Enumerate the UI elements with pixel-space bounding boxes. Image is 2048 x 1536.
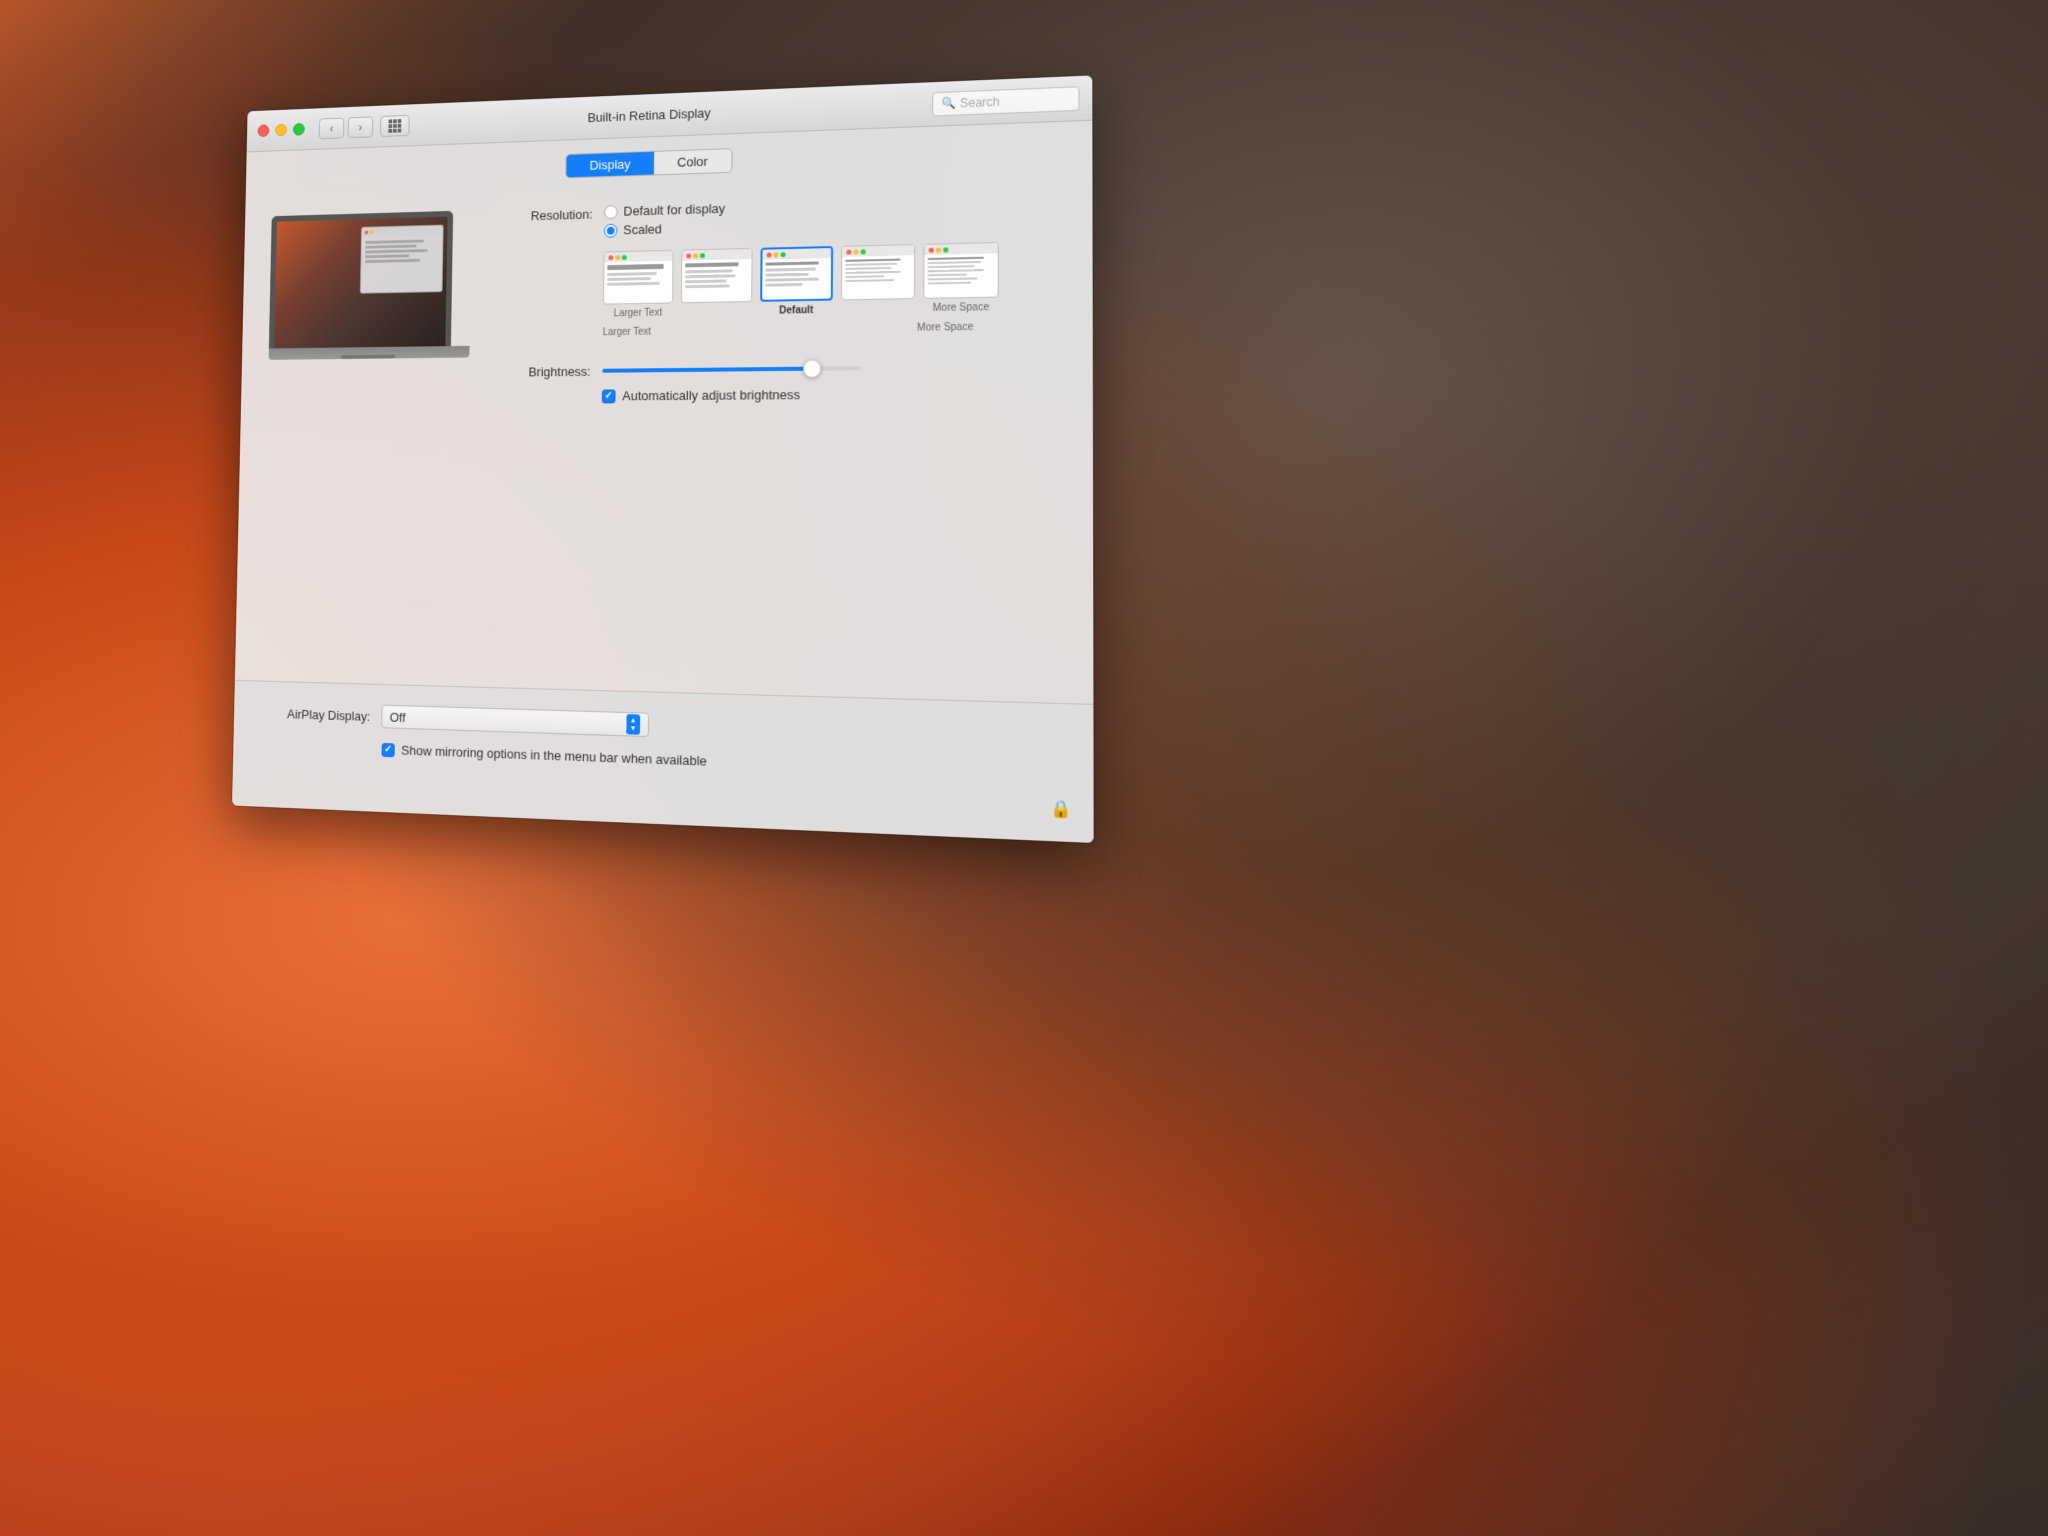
brightness-slider-thumb[interactable] xyxy=(803,359,821,377)
mirroring-label: Show mirroring options in the menu bar w… xyxy=(401,743,707,769)
scale-thumb-default xyxy=(760,246,833,302)
scale-thumb-more xyxy=(923,242,998,299)
scale-thumb-4 xyxy=(841,244,915,300)
airplay-label: AirPlay Display: xyxy=(261,705,371,723)
screen-content xyxy=(274,217,447,349)
scale-axis-labels: Larger Text More Space xyxy=(603,322,974,338)
mirroring-checkbox[interactable]: ✓ xyxy=(382,742,395,756)
airplay-row: AirPlay Display: Off ▲ ▼ xyxy=(261,701,1061,751)
resolution-radio-group: Default for display Scaled xyxy=(603,193,999,338)
display-preview xyxy=(268,200,482,405)
scale-option-more-space[interactable]: More Space xyxy=(923,242,999,314)
tab-display[interactable]: Display xyxy=(566,152,653,177)
scale-option-2[interactable] xyxy=(681,248,753,318)
window-title: Built-in Retina Display xyxy=(587,105,710,125)
airplay-value: Off xyxy=(390,709,406,724)
minimize-button[interactable] xyxy=(275,124,287,137)
scale-axis-right: More Space xyxy=(917,322,973,334)
grid-icon xyxy=(388,119,401,133)
scale-axis-left: Larger Text xyxy=(603,327,651,339)
brightness-slider-track xyxy=(602,366,861,373)
scale-option-larger-text[interactable]: Larger Text xyxy=(603,250,674,320)
resolution-scaled-radio[interactable] xyxy=(604,223,618,237)
resolution-default-label: Default for display xyxy=(623,201,725,219)
resolution-default-radio[interactable] xyxy=(604,205,618,219)
brightness-label: Brightness: xyxy=(507,362,603,380)
forward-icon: › xyxy=(358,120,362,133)
screen-window-overlay xyxy=(360,225,444,294)
resolution-label: Resolution: xyxy=(509,204,604,223)
arrow-up-icon: ▲ xyxy=(630,717,637,724)
airplay-select[interactable]: Off ▲ ▼ xyxy=(381,705,649,737)
search-field[interactable]: 🔍 Search xyxy=(932,86,1079,116)
maximize-button[interactable] xyxy=(293,123,305,136)
resolution-section: Resolution: Default for display Scaled xyxy=(507,191,1060,340)
search-placeholder-text: Search xyxy=(960,94,1000,110)
macbook-preview xyxy=(268,210,472,391)
scale-label-more: More Space xyxy=(933,302,990,314)
brightness-slider-container xyxy=(602,357,1060,378)
resolution-scaled-label: Scaled xyxy=(623,221,662,237)
scale-thumb-larger xyxy=(603,250,674,305)
tab-color[interactable]: Color xyxy=(654,149,732,174)
brightness-section: Brightness: xyxy=(507,357,1061,380)
scale-label-default: Default xyxy=(779,305,813,317)
macbook-screen xyxy=(269,211,453,349)
display-preferences-window: ‹ › Built-in Retina Display 🔍 Search xyxy=(232,75,1094,843)
lock-icon[interactable]: 🔒 xyxy=(1050,798,1072,820)
forward-button[interactable]: › xyxy=(348,116,374,138)
scale-options: Larger Text xyxy=(603,242,999,319)
macbook-base xyxy=(269,346,470,360)
back-icon: ‹ xyxy=(330,121,334,134)
nav-buttons: ‹ › xyxy=(319,114,410,138)
tab-group: Display Color xyxy=(566,148,733,178)
grid-view-button[interactable] xyxy=(380,114,410,136)
radio-selected-indicator xyxy=(607,226,615,234)
settings-panel: Resolution: Default for display Scaled xyxy=(506,183,1060,404)
mirroring-row: ✓ Show mirroring options in the menu bar… xyxy=(382,742,1061,782)
scale-option-4[interactable] xyxy=(841,244,915,316)
scale-thumb-2 xyxy=(681,248,753,303)
back-button[interactable]: ‹ xyxy=(319,117,345,139)
search-icon: 🔍 xyxy=(941,96,955,110)
select-stepper[interactable]: ▲ ▼ xyxy=(626,714,640,735)
scale-label-larger: Larger Text xyxy=(614,308,663,320)
auto-brightness-row: ✓ Automatically adjust brightness xyxy=(602,385,1061,403)
close-button[interactable] xyxy=(258,124,270,137)
checkmark-icon: ✓ xyxy=(605,390,613,401)
scale-option-default[interactable]: Default xyxy=(760,246,833,317)
auto-brightness-checkbox[interactable]: ✓ xyxy=(602,389,616,403)
main-content: Resolution: Default for display Scaled xyxy=(241,171,1093,424)
arrow-down-icon: ▼ xyxy=(630,725,637,732)
mirroring-checkmark-icon: ✓ xyxy=(384,744,392,755)
auto-brightness-label: Automatically adjust brightness xyxy=(622,387,800,403)
traffic-lights xyxy=(258,123,305,137)
